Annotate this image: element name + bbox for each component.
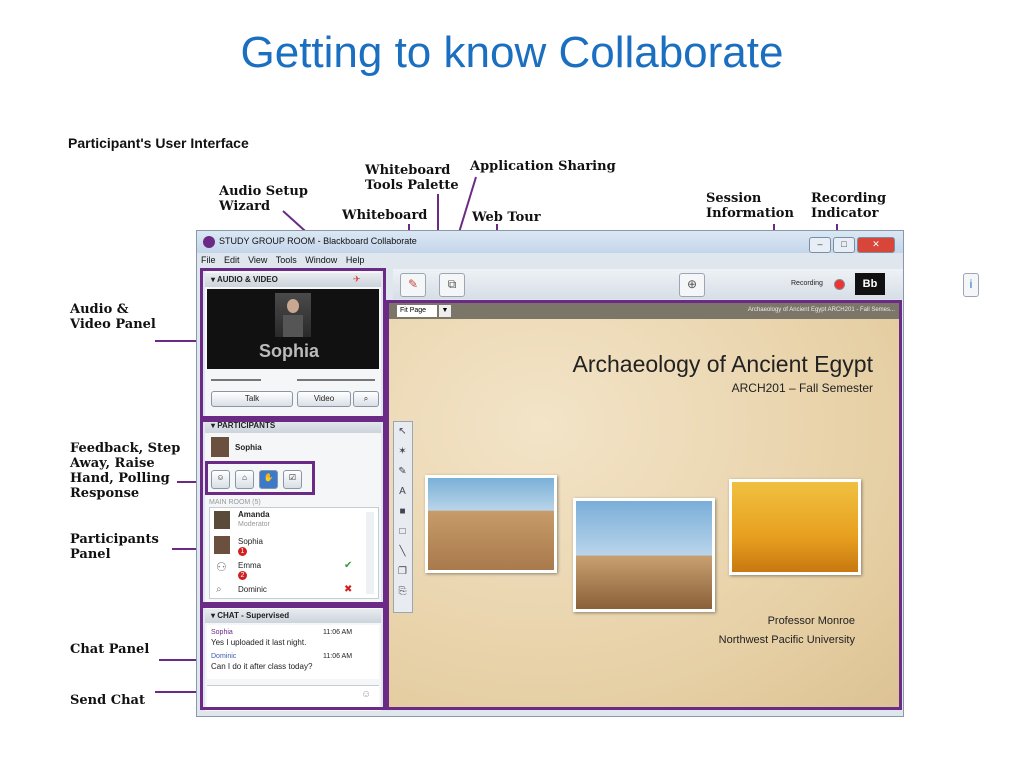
callout-web-tour: Web Tour [472,210,541,225]
slide-title: Getting to know Collaborate [240,28,784,77]
recording-dot-icon [834,279,845,290]
callout-chat-panel: Chat Panel [70,642,150,657]
menu-tools[interactable]: Tools [276,255,297,265]
app-icon [203,236,215,248]
close-icon[interactable]: ✕ [857,237,895,253]
whiteboard-icon[interactable]: ✎ [400,273,426,297]
callout-participants-line1: Participants [70,532,159,547]
title-bar: STUDY GROUP ROOM - Blackboard Collaborat… [197,231,903,253]
web-tour-icon[interactable]: ⊕ [679,273,705,297]
callout-recording-line2: Indicator [811,206,879,221]
recording-label: Recording [791,280,823,287]
callout-session-info: Session Information [706,191,794,221]
callout-audio-video-panel: Audio & Video Panel [70,302,156,332]
callout-feedback: Feedback, Step Away, Raise Hand, Polling… [70,441,180,501]
highlight-participants [200,419,386,605]
menu-file[interactable]: File [201,255,216,265]
app-sharing-icon[interactable]: ⧉ [439,273,465,297]
callout-session-info-line2: Information [706,206,794,221]
menu-bar: File Edit View Tools Window Help [201,255,370,265]
callout-participants-panel: Participants Panel [70,532,159,562]
callout-feedback-line2: Away, Raise [70,456,155,471]
session-info-icon[interactable]: i [963,273,979,297]
blackboard-logo: Bb [855,273,885,295]
callout-whiteboard-tools: Whiteboard Tools Palette [365,163,459,193]
main-toolbar: ✎ ⧉ ⊕ i [393,269,979,299]
callout-session-info-line1: Session [706,191,762,206]
menu-window[interactable]: Window [305,255,337,265]
callout-feedback-line4: Response [70,486,140,501]
callout-send-chat: Send Chat [70,693,145,708]
menu-edit[interactable]: Edit [224,255,240,265]
slide-subtitle: Participant's User Interface [68,135,249,151]
callout-feedback-line1: Feedback, Step [70,441,181,456]
highlight-chat [200,605,386,710]
menu-help[interactable]: Help [346,255,365,265]
callout-av-line2: Video Panel [70,317,156,332]
callout-recording-indicator: Recording Indicator [811,191,886,221]
callout-app-sharing: Application Sharing [470,159,616,174]
callout-recording-line1: Recording [811,191,887,206]
callout-participants-line2: Panel [70,547,111,562]
callout-whiteboard-tools-line2: Tools Palette [365,178,459,193]
highlight-audio-video [200,268,386,419]
window-controls: – □ ✕ [807,234,895,253]
callout-audio-setup-line1: Audio Setup [219,184,308,199]
menu-view[interactable]: View [248,255,267,265]
highlight-whiteboard [386,300,902,710]
highlight-feedback [205,461,315,495]
callout-whiteboard-tools-line1: Whiteboard [365,163,451,178]
callout-feedback-line3: Hand, Polling [70,471,170,486]
callout-av-line1: Audio & [70,302,129,317]
minimize-icon[interactable]: – [809,237,831,253]
window-title: STUDY GROUP ROOM - Blackboard Collaborat… [219,236,417,246]
maximize-icon[interactable]: □ [833,237,855,253]
